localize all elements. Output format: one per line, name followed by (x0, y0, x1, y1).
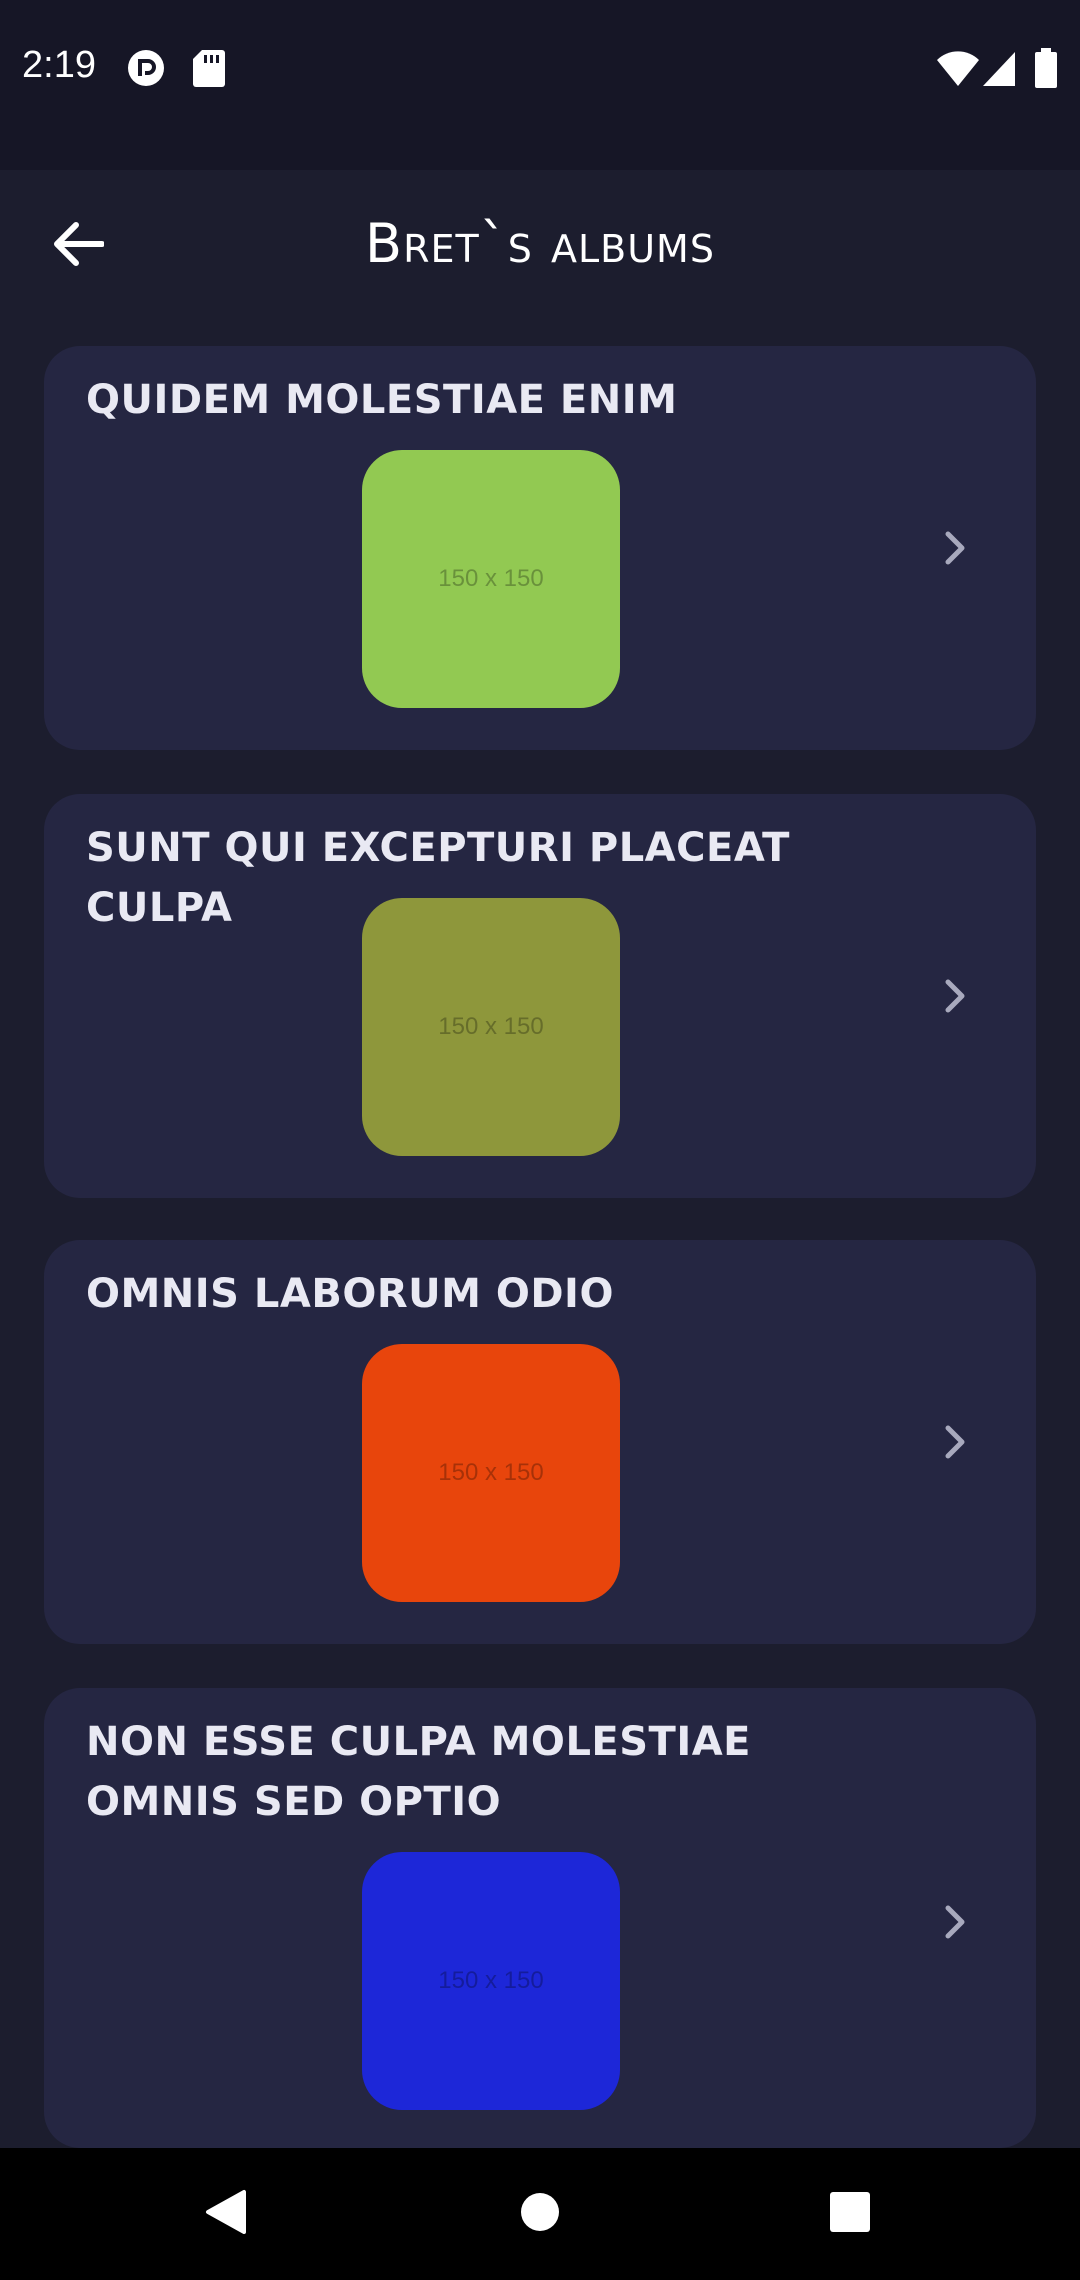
nav-back-button[interactable] (146, 2148, 306, 2280)
chevron-right-icon (936, 1902, 976, 1942)
album-card[interactable]: NON ESSE CULPA MOLESTIAE OMNIS SED OPTIO… (44, 1688, 1036, 2148)
album-card[interactable]: OMNIS LABORUM ODIO 150 x 150 (44, 1240, 1036, 1644)
album-card[interactable]: SUNT QUI EXCEPTURI PLACEAT CULPA 150 x 1… (44, 794, 1036, 1198)
album-title: QUIDEM MOLESTIAE ENIM (86, 377, 678, 423)
album-thumbnail: 150 x 150 (362, 898, 620, 1156)
chevron-right-icon (936, 528, 976, 568)
pocket-casts-icon (126, 48, 166, 92)
thumbnail-placeholder-text: 150 x 150 (438, 1459, 544, 1486)
app-bar: Bret`s albums (0, 170, 1080, 330)
nav-recents-button[interactable] (770, 2148, 930, 2280)
thumbnail-placeholder-text: 150 x 150 (438, 1967, 544, 1994)
recents-square-icon (829, 2191, 871, 2237)
album-thumbnail: 150 x 150 (362, 450, 620, 708)
album-title: NON ESSE CULPA MOLESTIAE OMNIS SED OPTIO (86, 1719, 752, 1825)
sd-card-icon (192, 48, 226, 92)
screen: 2:19 Bret`s albums QUIDEM MOLESTIAE ENIM… (0, 0, 1080, 2280)
wifi-icon (936, 48, 980, 92)
status-bar: 2:19 (0, 0, 1080, 170)
signal-icon (982, 48, 1016, 92)
navigation-bar (0, 2148, 1080, 2280)
thumbnail-placeholder-text: 150 x 150 (438, 1013, 544, 1040)
album-card[interactable]: QUIDEM MOLESTIAE ENIM 150 x 150 (44, 346, 1036, 750)
album-thumbnail: 150 x 150 (362, 1852, 620, 2110)
home-circle-icon (519, 2191, 561, 2237)
battery-icon (1034, 48, 1058, 92)
nav-home-button[interactable] (460, 2148, 620, 2280)
chevron-right-icon (936, 1422, 976, 1462)
album-title: OMNIS LABORUM ODIO (86, 1271, 614, 1317)
status-time: 2:19 (22, 44, 96, 86)
album-thumbnail: 150 x 150 (362, 1344, 620, 1602)
back-triangle-icon (204, 2188, 248, 2240)
thumbnail-placeholder-text: 150 x 150 (438, 565, 544, 592)
chevron-right-icon (936, 976, 976, 1016)
page-title: Bret`s albums (365, 212, 715, 275)
